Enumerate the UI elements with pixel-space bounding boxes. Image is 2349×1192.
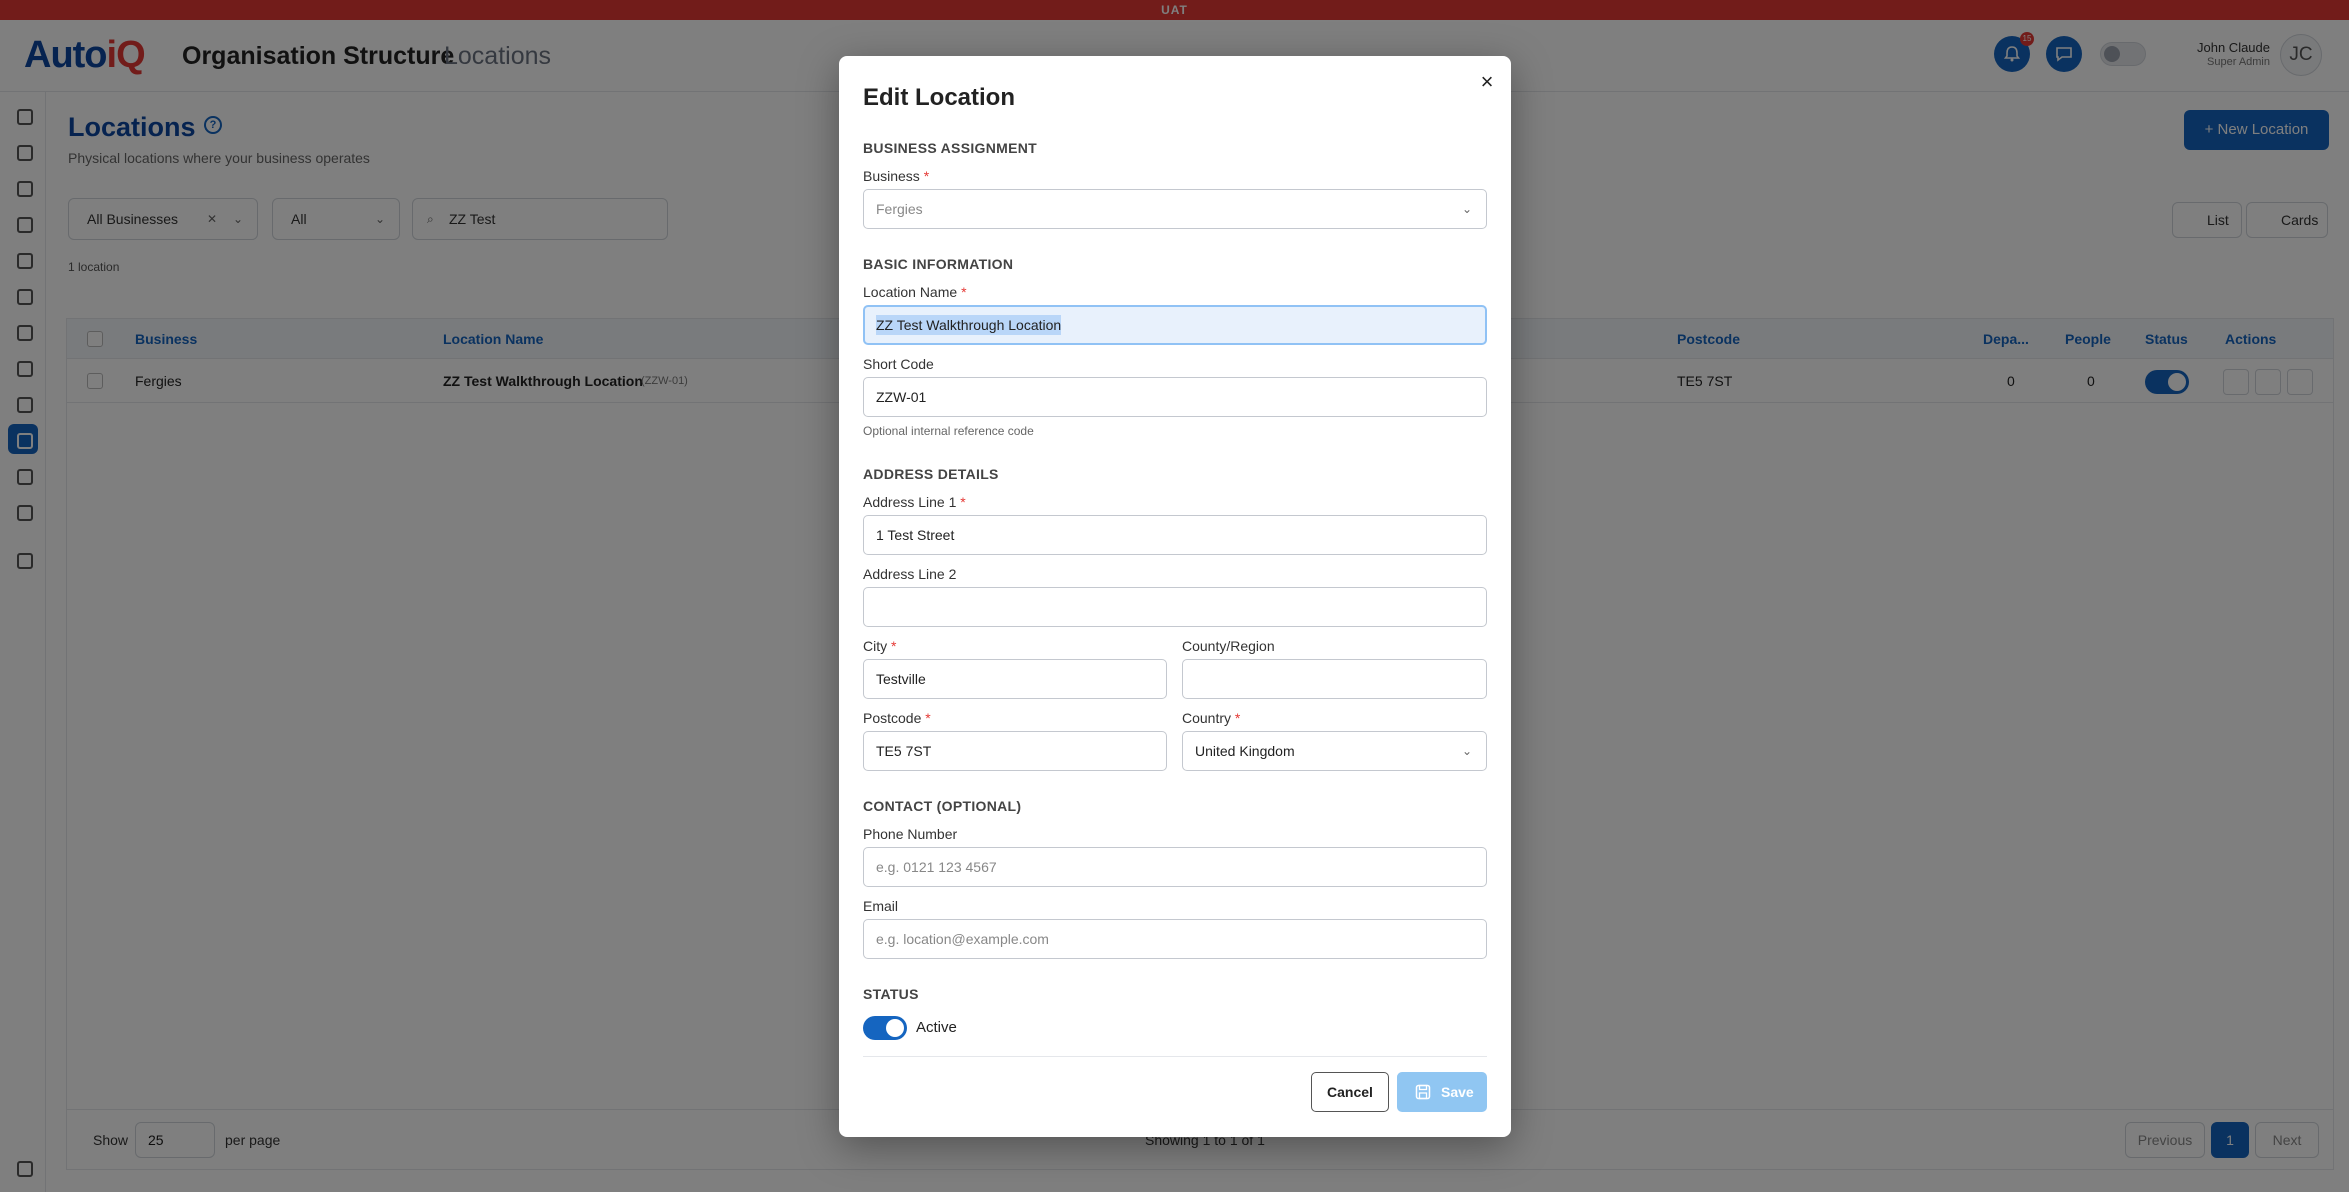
phone-input[interactable]: e.g. 0121 123 4567 xyxy=(863,847,1487,887)
postcode-value: TE5 7ST xyxy=(876,743,932,759)
postcode-input[interactable]: TE5 7ST xyxy=(863,731,1167,771)
business-select[interactable]: Fergies ⌄ xyxy=(863,189,1487,229)
country-value: United Kingdom xyxy=(1195,743,1295,759)
modal-title: Edit Location xyxy=(863,84,1015,111)
email-input[interactable]: e.g. location@example.com xyxy=(863,919,1487,959)
active-toggle[interactable] xyxy=(863,1016,907,1040)
short-code-value: ZZW-01 xyxy=(876,389,927,405)
county-label: County/Region xyxy=(1182,638,1275,654)
country-label-text: Country xyxy=(1182,710,1232,726)
county-input[interactable] xyxy=(1182,659,1487,699)
save-button[interactable]: Save xyxy=(1397,1072,1487,1112)
email-label: Email xyxy=(863,898,899,914)
phone-label: Phone Number xyxy=(863,826,958,842)
save-icon xyxy=(1415,1084,1431,1100)
location-name-label: Location Name * xyxy=(863,284,967,300)
footer-divider xyxy=(863,1056,1487,1057)
business-label-text: Business xyxy=(863,168,920,184)
postcode-label: Postcode * xyxy=(863,710,931,726)
phone-placeholder: e.g. 0121 123 4567 xyxy=(876,859,997,875)
location-name-input[interactable]: ZZ Test Walkthrough Location xyxy=(863,305,1487,345)
required-mark: * xyxy=(960,494,966,510)
address-line-1-value: 1 Test Street xyxy=(876,527,955,543)
required-mark: * xyxy=(961,284,967,300)
required-mark: * xyxy=(891,638,897,654)
section-basic-information: BASIC INFORMATION xyxy=(863,256,1014,272)
required-mark: * xyxy=(1234,710,1241,726)
short-code-hint: Optional internal reference code xyxy=(863,424,1034,438)
address-line-1-label-text: Address Line 1 xyxy=(863,494,957,510)
address-line-2-input[interactable] xyxy=(863,587,1487,627)
country-select[interactable]: United Kingdom ⌄ xyxy=(1182,731,1487,771)
city-input[interactable]: Testville xyxy=(863,659,1167,699)
active-label: Active xyxy=(916,1019,957,1036)
close-icon[interactable]: × xyxy=(1475,70,1499,94)
city-label-text: City xyxy=(863,638,888,654)
section-address-details: ADDRESS DETAILS xyxy=(863,466,999,482)
cancel-button[interactable]: Cancel xyxy=(1311,1072,1389,1112)
city-label: City * xyxy=(863,638,896,654)
section-contact: CONTACT (OPTIONAL) xyxy=(863,798,1022,814)
location-name-label-text: Location Name xyxy=(863,284,958,300)
address-line-1-label: Address Line 1 * xyxy=(863,494,966,510)
business-value: Fergies xyxy=(876,201,923,217)
section-business-assignment: BUSINESS ASSIGNMENT xyxy=(863,140,1037,156)
required-mark: * xyxy=(923,168,930,184)
address-line-2-label: Address Line 2 xyxy=(863,566,957,582)
business-label: Business * xyxy=(863,168,929,184)
city-value: Testville xyxy=(876,671,926,687)
required-mark: * xyxy=(925,710,931,726)
location-name-value: ZZ Test Walkthrough Location xyxy=(876,315,1062,335)
save-label: Save xyxy=(1441,1084,1474,1100)
address-line-1-input[interactable]: 1 Test Street xyxy=(863,515,1487,555)
short-code-label: Short Code xyxy=(863,356,934,372)
chevron-down-icon: ⌄ xyxy=(1461,744,1472,758)
postcode-label-text: Postcode xyxy=(863,710,922,726)
country-label: Country * xyxy=(1182,710,1240,726)
short-code-input[interactable]: ZZW-01 xyxy=(863,377,1487,417)
email-placeholder: e.g. location@example.com xyxy=(876,931,1049,947)
chevron-down-icon: ⌄ xyxy=(1461,202,1472,216)
section-status: STATUS xyxy=(863,986,919,1002)
edit-location-modal: Edit Location × BUSINESS ASSIGNMENT Busi… xyxy=(839,56,1511,1137)
